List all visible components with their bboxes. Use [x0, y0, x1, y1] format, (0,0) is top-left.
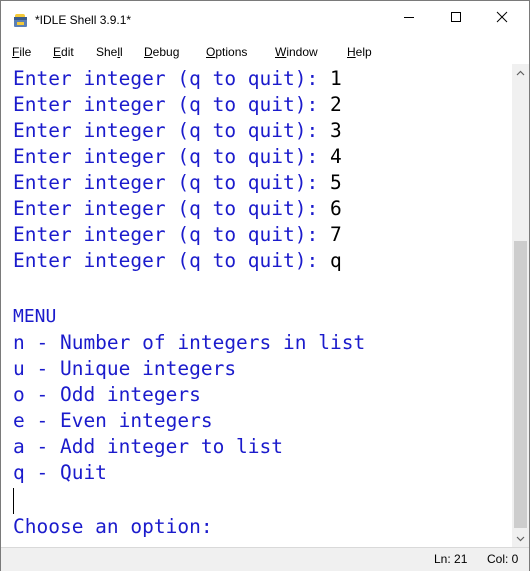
shell-input-value: 5 [329, 171, 342, 194]
shell-text-area[interactable]: Enter integer (q to quit): 1 Enter integ… [1, 64, 512, 547]
shell-prompt: Enter integer (q to quit): [13, 93, 330, 116]
menu-file-label: ile [19, 45, 32, 59]
shell-prompt: Enter integer (q to quit): [13, 119, 330, 142]
menu-help-mnemonic: H [347, 45, 356, 59]
python-idle-icon [14, 14, 27, 27]
shell-line: Enter integer (q to quit): 1 [13, 66, 342, 92]
menu-edit-label: dit [61, 45, 74, 59]
scroll-up-button[interactable] [512, 64, 529, 81]
menu-shell-label: l [120, 45, 123, 59]
shell-line: Enter integer (q to quit): 2 [13, 92, 342, 118]
menu-option: e - Even integers [13, 409, 213, 432]
scroll-down-button[interactable] [512, 530, 529, 547]
menu-option: n - Number of integers in list [13, 331, 366, 354]
shell-prompt: Enter integer (q to quit): [13, 197, 330, 220]
menu-bar: File Edit Shell Debug Options Window Hel… [1, 40, 529, 64]
chevron-down-icon [516, 536, 525, 541]
menu-debug-label: ebug [152, 45, 180, 59]
menu-title: MENU [13, 306, 57, 327]
shell-prompt: Enter integer (q to quit): [13, 145, 330, 168]
menu-option: u - Unique integers [13, 357, 237, 380]
shell-input-value: 7 [329, 223, 342, 246]
maximize-icon [451, 12, 461, 22]
shell-line: Enter integer (q to quit): 7 [13, 222, 342, 248]
menu-window-label: indow [286, 45, 318, 59]
shell-line: Enter integer (q to quit): 5 [13, 170, 342, 196]
menu-window[interactable]: Window [275, 44, 318, 60]
maximize-button[interactable] [433, 1, 479, 33]
shell-line: Enter integer (q to quit): 6 [13, 196, 342, 222]
choose-option-prompt: Choose an option: [13, 515, 213, 538]
menu-debug-mnemonic: D [144, 45, 153, 59]
shell-prompt: Enter integer (q to quit): [13, 171, 330, 194]
close-icon [496, 11, 508, 23]
status-bar: Ln: 21 Col: 0 [1, 547, 529, 571]
menu-option: q - Quit [13, 461, 107, 484]
shell-prompt: Enter integer (q to quit): [13, 67, 330, 90]
idle-shell-window: *IDLE Shell 3.9.1* File Edit Shell Debug… [0, 0, 530, 571]
menu-edit-mnemonic: E [53, 45, 62, 59]
minimize-icon [404, 17, 414, 18]
menu-shell-label-pre: She [96, 45, 118, 59]
shell-input-value: 6 [329, 197, 342, 220]
menu-file[interactable]: File [12, 44, 31, 60]
shell-prompt: Enter integer (q to quit): [13, 223, 330, 246]
window-title: *IDLE Shell 3.9.1* [35, 13, 132, 27]
text-cursor [13, 488, 14, 514]
shell-prompt: Enter integer (q to quit): [13, 249, 330, 272]
shell-input-value: q [329, 249, 342, 272]
menu-help-label: elp [355, 45, 372, 59]
menu-help[interactable]: Help [347, 44, 372, 60]
shell-line: Enter integer (q to quit): q [13, 248, 342, 274]
shell-input-value: 2 [329, 93, 342, 116]
title-bar[interactable]: *IDLE Shell 3.9.1* [1, 1, 529, 40]
minimize-button[interactable] [386, 1, 432, 33]
chevron-up-icon [516, 70, 525, 75]
menu-options-mnemonic: O [206, 45, 216, 59]
shell-line: Enter integer (q to quit): 3 [13, 118, 342, 144]
shell-input-value: 3 [329, 119, 342, 142]
scroll-thumb[interactable] [514, 241, 527, 528]
menu-options[interactable]: Options [206, 44, 247, 60]
status-column-number: Col: 0 [487, 552, 519, 566]
shell-line: Enter integer (q to quit): 4 [13, 144, 342, 170]
menu-debug[interactable]: Debug [144, 44, 179, 60]
status-line-number: Ln: 21 [434, 552, 468, 566]
menu-option: a - Add integer to list [13, 435, 284, 458]
menu-shell[interactable]: Shell [96, 44, 123, 60]
menu-window-mnemonic: W [275, 45, 287, 59]
close-button[interactable] [479, 1, 525, 33]
menu-options-label: ptions [215, 45, 248, 59]
shell-input-value: 1 [329, 67, 342, 90]
shell-input-value: 4 [329, 145, 342, 168]
menu-option: o - Odd integers [13, 383, 201, 406]
vertical-scrollbar[interactable] [512, 64, 529, 547]
menu-edit[interactable]: Edit [53, 44, 74, 60]
